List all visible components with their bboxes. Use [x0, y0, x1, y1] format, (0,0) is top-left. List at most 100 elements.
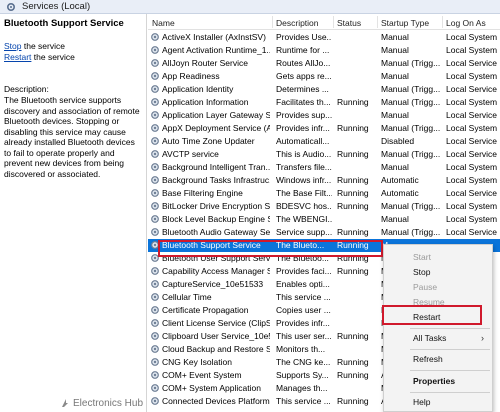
service-gear-icon — [150, 357, 160, 367]
table-row[interactable]: Auto Time Zone Updater Automaticall... Dis… — [148, 135, 500, 148]
cell-description: Manages th... — [276, 383, 328, 393]
restart-service-link[interactable]: Restart — [4, 52, 31, 62]
column-startup-type[interactable]: Startup Type — [381, 18, 429, 28]
cell-name: App Readiness — [162, 71, 220, 81]
cell-log-on-as: Local Service — [446, 227, 498, 237]
service-description: The Bluetooth service supports discovery… — [4, 95, 140, 179]
cell-status: Running — [337, 357, 369, 367]
cell-description: Provides faci... — [276, 266, 332, 276]
context-menu: Start Stop Pause Resume Restart All Task… — [383, 244, 493, 412]
table-row[interactable]: Application Information Facilitates th...… — [148, 96, 500, 109]
menu-refresh[interactable]: Refresh — [384, 352, 492, 367]
cell-name: CNG Key Isolation — [162, 357, 232, 367]
menu-all-tasks-label: All Tasks — [413, 333, 447, 343]
cell-status: Running — [337, 266, 369, 276]
table-row[interactable]: BitLocker Drive Encryption S... BDESVC ho… — [148, 200, 500, 213]
menu-start[interactable]: Start — [384, 250, 492, 265]
watermark-text: Electronics Hub — [73, 398, 144, 409]
cell-status: Running — [337, 123, 369, 133]
cell-startup-type: Manual (Trigg... — [381, 58, 441, 68]
cell-startup-type: Automatic — [381, 175, 419, 185]
cell-description: Transfers file... — [276, 162, 332, 172]
menu-separator — [410, 392, 490, 393]
cell-name: Background Tasks Infrastruc... — [162, 175, 270, 185]
watermark-logo-icon — [62, 399, 68, 408]
column-log-on-as[interactable]: Log On As — [446, 18, 486, 28]
cell-name: Application Identity — [162, 84, 234, 94]
cell-log-on-as: Local System — [446, 71, 498, 81]
cell-description: Automaticall... — [276, 136, 330, 146]
menu-pause[interactable]: Pause — [384, 280, 492, 295]
restart-highlight — [382, 305, 482, 325]
table-row[interactable]: Agent Activation Runtime_1... Runtime for… — [148, 44, 500, 57]
cell-description: Gets apps re... — [276, 71, 332, 81]
cell-name: COM+ System Application — [162, 383, 261, 393]
cell-startup-type: Manual — [381, 162, 409, 172]
cell-description: Provides Use... — [276, 32, 332, 42]
cell-name: Block Level Backup Engine S... — [162, 214, 270, 224]
cell-name: Application Layer Gateway S... — [162, 110, 270, 120]
cell-name: Connected Devices Platform ... — [162, 396, 270, 406]
table-row[interactable]: App Readiness Gets apps re... Manual Local … — [148, 70, 500, 83]
table-row[interactable]: Base Filtering Engine The Base Filt... Run… — [148, 187, 500, 200]
menu-properties[interactable]: Properties — [384, 374, 492, 389]
cell-name: Background Intelligent Tran... — [162, 162, 270, 172]
table-row[interactable]: Bluetooth Audio Gateway Ser... Service su… — [148, 226, 500, 239]
cell-description: This is Audio... — [276, 149, 332, 159]
cell-description: Service supp... — [276, 227, 332, 237]
cell-description: Provides infr... — [276, 318, 330, 328]
table-row[interactable]: Application Identity Determines ... Manual… — [148, 83, 500, 96]
service-gear-icon — [150, 279, 160, 289]
column-status[interactable]: Status — [337, 18, 361, 28]
stop-suffix: the service — [21, 41, 65, 51]
cell-log-on-as: Local Service — [446, 84, 498, 94]
service-gear-icon — [150, 214, 160, 224]
menu-all-tasks[interactable]: All Tasks › — [384, 331, 492, 346]
cell-status: Running — [337, 331, 369, 341]
cell-log-on-as: Local System — [446, 97, 498, 107]
table-row[interactable]: Background Intelligent Tran... Transfers … — [148, 161, 500, 174]
menu-help[interactable]: Help — [384, 395, 492, 410]
table-row[interactable]: AppX Deployment Service (A... Provides in… — [148, 122, 500, 135]
cell-name: AppX Deployment Service (A... — [162, 123, 270, 133]
service-gear-icon — [150, 84, 160, 94]
service-gear-icon — [150, 149, 160, 159]
cell-log-on-as: Local System — [446, 162, 498, 172]
cell-description: Windows infr... — [276, 175, 332, 185]
column-description[interactable]: Description — [276, 18, 319, 28]
service-gear-icon — [150, 97, 160, 107]
cell-log-on-as: Local Service — [446, 149, 498, 159]
cell-description: The Base Filt... — [276, 188, 332, 198]
window-titlebar: Services (Local) — [0, 0, 500, 14]
service-gear-icon — [150, 110, 160, 120]
table-row[interactable]: ActiveX Installer (AxInstSV) Provides Use… — [148, 31, 500, 44]
cell-status: Running — [337, 396, 369, 406]
cell-name: Clipboard User Service_10e5... — [162, 331, 270, 341]
menu-stop[interactable]: Stop — [384, 265, 492, 280]
table-row[interactable]: Block Level Backup Engine S... The WBENGI… — [148, 213, 500, 226]
service-gear-icon — [150, 396, 160, 406]
service-gear-icon — [150, 188, 160, 198]
cell-log-on-as: Local System — [446, 32, 498, 42]
table-row[interactable]: AVCTP service This is Audio... Running Manu… — [148, 148, 500, 161]
cell-log-on-as: Local Service — [446, 110, 498, 120]
cell-description: Provides sup... — [276, 110, 332, 120]
cell-status: Running — [337, 370, 369, 380]
chevron-right-icon: › — [481, 333, 484, 343]
stop-action: Stop the service — [4, 41, 65, 51]
restart-action: Restart the service — [4, 52, 75, 62]
cell-name: AVCTP service — [162, 149, 219, 159]
service-gear-icon — [150, 344, 160, 354]
table-row[interactable]: Application Layer Gateway S... Provides s… — [148, 109, 500, 122]
menu-separator — [410, 370, 490, 371]
column-name[interactable]: Name — [152, 18, 175, 28]
table-row[interactable]: AllJoyn Router Service Routes AllJo... Man… — [148, 57, 500, 70]
menu-separator — [410, 328, 490, 329]
cell-startup-type: Manual — [381, 214, 409, 224]
service-gear-icon — [150, 292, 160, 302]
cell-status: Running — [337, 149, 369, 159]
table-row[interactable]: Background Tasks Infrastruc... Windows in… — [148, 174, 500, 187]
stop-service-link[interactable]: Stop — [4, 41, 22, 51]
cell-description: Supports Sy... — [276, 370, 329, 380]
cell-status: Running — [337, 97, 369, 107]
